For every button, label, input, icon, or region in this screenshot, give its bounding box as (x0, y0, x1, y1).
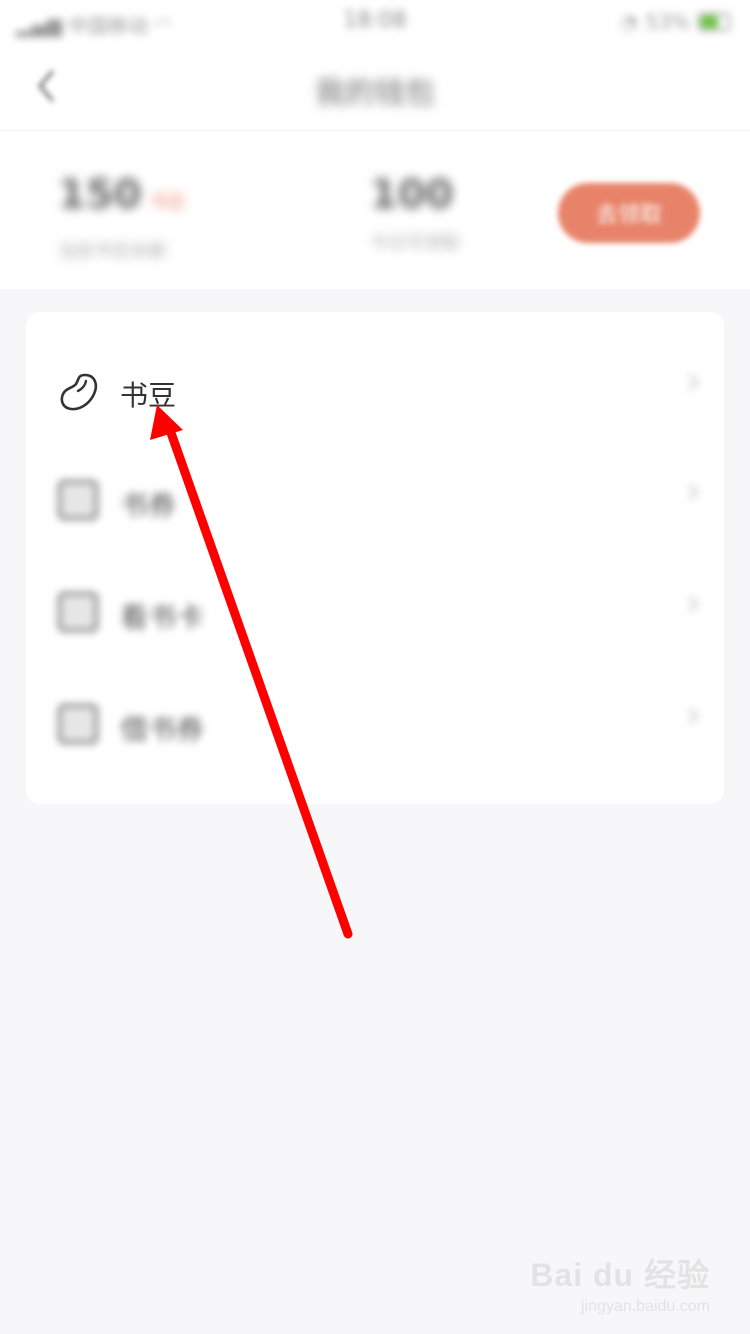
wallet-summary: 150 书豆 当前书豆余额 100 今日可领取 去领取 (0, 130, 750, 289)
wallet-item-label: 书豆 (120, 379, 177, 412)
chevron-right-icon (681, 483, 699, 501)
coupon-icon (58, 480, 102, 524)
chevron-right-icon (681, 707, 699, 725)
wallet-item-ticket[interactable]: 借书券 (26, 670, 724, 780)
wallet-item-card[interactable]: 看书卡 (26, 558, 724, 668)
wallet-item-bean[interactable]: 书豆 (26, 336, 724, 446)
balance-value: 150 (58, 172, 142, 218)
watermark-url: jingyan.baidu.com (581, 1298, 710, 1315)
second-value: 100 (370, 172, 454, 218)
status-right: ◔ 53% (620, 10, 730, 34)
second-label: 今日可领取 (370, 233, 460, 254)
status-bar: ▂▄▆ 中国移动 ◠ 18:08 ◔ 53% (0, 0, 750, 44)
page-title: 我的钱包 (315, 76, 435, 111)
battery-percent: 53% (645, 10, 690, 34)
second-stat: 100 今日可领取 (370, 173, 460, 255)
card-icon (58, 592, 102, 636)
wallet-item-value (678, 373, 699, 391)
wallet-item-label: 借书券 (120, 713, 205, 746)
ticket-icon (58, 704, 102, 748)
nav-bar: 我的钱包 (0, 44, 750, 130)
alarm-icon: ◔ (620, 10, 638, 34)
claim-button[interactable]: 去领取 (558, 183, 700, 243)
wallet-item-label: 书券 (120, 489, 177, 522)
wallet-item-value (678, 483, 699, 501)
wallet-item-value (678, 707, 699, 725)
battery-icon (698, 13, 730, 31)
wallet-item-value (678, 595, 699, 613)
chevron-right-icon (681, 373, 699, 391)
watermark: Bai du 经验 jingyan.baidu.com (530, 1250, 710, 1316)
bean-icon (60, 373, 98, 411)
watermark-logo: Bai du 经验 (530, 1257, 710, 1293)
balance-label: 当前书豆余额 (58, 241, 166, 262)
wallet-list-card: 书豆 书券 看书卡 借书券 (26, 312, 724, 804)
balance-unit: 书豆 (149, 192, 186, 213)
wallet-item-coupon[interactable]: 书券 (26, 446, 724, 556)
chevron-right-icon (681, 595, 699, 613)
balance-stat: 150 书豆 当前书豆余额 (58, 173, 186, 263)
wallet-item-label: 看书卡 (120, 601, 205, 634)
